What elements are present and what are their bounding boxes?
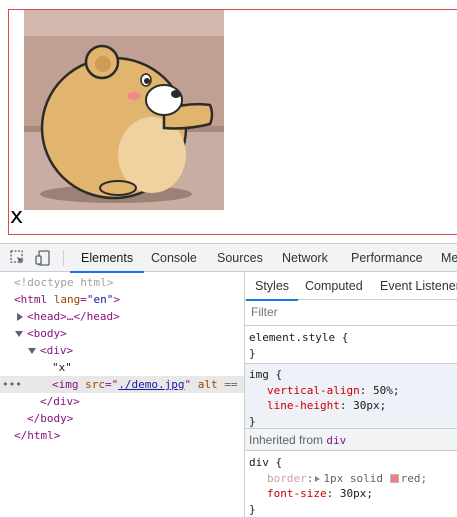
page-viewport: x bbox=[0, 0, 457, 243]
styles-filter-input[interactable] bbox=[251, 305, 441, 319]
tab-memory[interactable]: Me bbox=[441, 244, 457, 272]
expand-shorthand-icon[interactable] bbox=[315, 475, 321, 482]
device-toolbar-icon[interactable] bbox=[34, 249, 52, 267]
tree-img-selected[interactable]: ••• <img src="./demo.jpg" alt == bbox=[0, 376, 244, 393]
subtab-computed[interactable]: Computed bbox=[305, 272, 363, 300]
tree-body-close[interactable]: </body> bbox=[0, 410, 244, 427]
prop-value: 30px; bbox=[353, 399, 387, 412]
tree-html[interactable]: <html lang="en"> bbox=[0, 291, 244, 308]
prop-name: font-size bbox=[267, 487, 327, 500]
div-close-tag: </div> bbox=[40, 395, 80, 408]
tab-console[interactable]: Console bbox=[151, 244, 197, 272]
inspect-element-icon[interactable] bbox=[9, 249, 27, 267]
prop-line-height[interactable]: line-height: 30px; bbox=[245, 398, 457, 414]
tree-body[interactable]: <body> bbox=[0, 325, 244, 342]
img-rule-selector: img { bbox=[249, 368, 283, 381]
inherited-header: Inherited from div bbox=[245, 429, 457, 451]
html-open-tag: <html bbox=[14, 293, 48, 306]
tree-div[interactable]: <div> bbox=[0, 342, 244, 359]
styles-pane: Styles Computed Event Listeners element.… bbox=[245, 272, 457, 517]
prop-name: border bbox=[267, 471, 307, 485]
prop-value: red; bbox=[400, 471, 428, 485]
inherited-from-link[interactable]: div bbox=[326, 434, 346, 447]
filter-bar bbox=[245, 300, 457, 326]
color-swatch-icon[interactable] bbox=[389, 473, 399, 483]
tab-sources[interactable]: Sources bbox=[217, 244, 263, 272]
devtools-panel: Elements Console Sources Network Perform… bbox=[0, 243, 457, 517]
expand-triangle-icon[interactable] bbox=[17, 313, 23, 321]
img-style-rule[interactable]: img { vertical-align: 50%; line-height: … bbox=[245, 364, 457, 429]
tree-html-close[interactable]: </html> bbox=[0, 427, 244, 444]
devtools-toolbar: Elements Console Sources Network Perform… bbox=[0, 244, 457, 273]
prop-name: line-height bbox=[267, 399, 340, 412]
bear-image bbox=[24, 10, 224, 210]
prop-value: 50%; bbox=[372, 383, 400, 397]
html-lang-attr: lang bbox=[53, 293, 81, 306]
inherited-label: Inherited from bbox=[249, 433, 324, 447]
bear-illustration bbox=[24, 10, 224, 210]
element-style-close: } bbox=[249, 346, 256, 360]
div-open-tag: <div> bbox=[40, 344, 74, 357]
img-open-tag: <img bbox=[52, 378, 79, 391]
prop-border[interactable]: border: 1px solid red; bbox=[245, 471, 457, 487]
tab-network[interactable]: Network bbox=[282, 244, 328, 272]
tree-div-close[interactable]: </div> bbox=[0, 393, 244, 410]
head-collapsed-tag: <head>…</head> bbox=[27, 310, 120, 323]
tab-performance[interactable]: Performance bbox=[351, 244, 423, 272]
img-src-link[interactable]: ./demo.jpg bbox=[118, 378, 184, 391]
subtab-event-listeners[interactable]: Event Listeners bbox=[380, 272, 457, 300]
tab-elements[interactable]: Elements bbox=[69, 244, 145, 273]
toolbar-divider bbox=[63, 250, 64, 266]
text-node-x: x bbox=[10, 204, 24, 229]
tree-head[interactable]: <head>…</head> bbox=[0, 308, 244, 325]
text-node-value: "x" bbox=[52, 361, 72, 374]
div-style-rule[interactable]: div { border: 1px solid red; font-size: 3… bbox=[245, 452, 457, 517]
subtab-styles[interactable]: Styles bbox=[245, 272, 299, 301]
more-dots-icon[interactable]: ••• bbox=[2, 376, 22, 393]
img-alt-attr: alt bbox=[197, 378, 218, 391]
elements-tree: <!doctype html> <html lang="en"> <head>…… bbox=[0, 272, 244, 517]
img-rule-close: } bbox=[249, 414, 256, 428]
element-style-rule[interactable]: element.style { } bbox=[245, 327, 457, 364]
prop-value: 1px solid bbox=[323, 471, 383, 485]
html-close-bracket: > bbox=[113, 293, 120, 306]
doctype-text: <!doctype html> bbox=[14, 276, 114, 289]
body-open-tag: <body> bbox=[27, 327, 67, 340]
div-rule-close: } bbox=[249, 502, 256, 516]
prop-vertical-align[interactable]: vertical-align: 50%; bbox=[245, 383, 457, 399]
collapse-triangle-icon[interactable] bbox=[28, 348, 36, 354]
prop-value: 30px; bbox=[339, 487, 373, 500]
div-rule-selector: div { bbox=[249, 456, 283, 469]
html-lang-value: "en" bbox=[86, 293, 114, 306]
collapse-triangle-icon[interactable] bbox=[15, 331, 23, 337]
selected-node-marker: == bbox=[224, 378, 238, 391]
demo-div: x bbox=[8, 9, 457, 235]
body-close-tag: </body> bbox=[27, 412, 74, 425]
prop-name: vertical-align bbox=[267, 383, 360, 397]
styles-subtabs: Styles Computed Event Listeners bbox=[245, 272, 457, 301]
prop-font-size[interactable]: font-size: 30px; bbox=[245, 486, 457, 502]
element-style-selector: element.style { bbox=[249, 331, 349, 344]
img-src-attr: src bbox=[85, 378, 105, 391]
tree-doctype[interactable]: <!doctype html> bbox=[0, 274, 244, 291]
tree-text-node[interactable]: "x" bbox=[0, 359, 244, 376]
html-close-tag: </html> bbox=[14, 429, 61, 442]
